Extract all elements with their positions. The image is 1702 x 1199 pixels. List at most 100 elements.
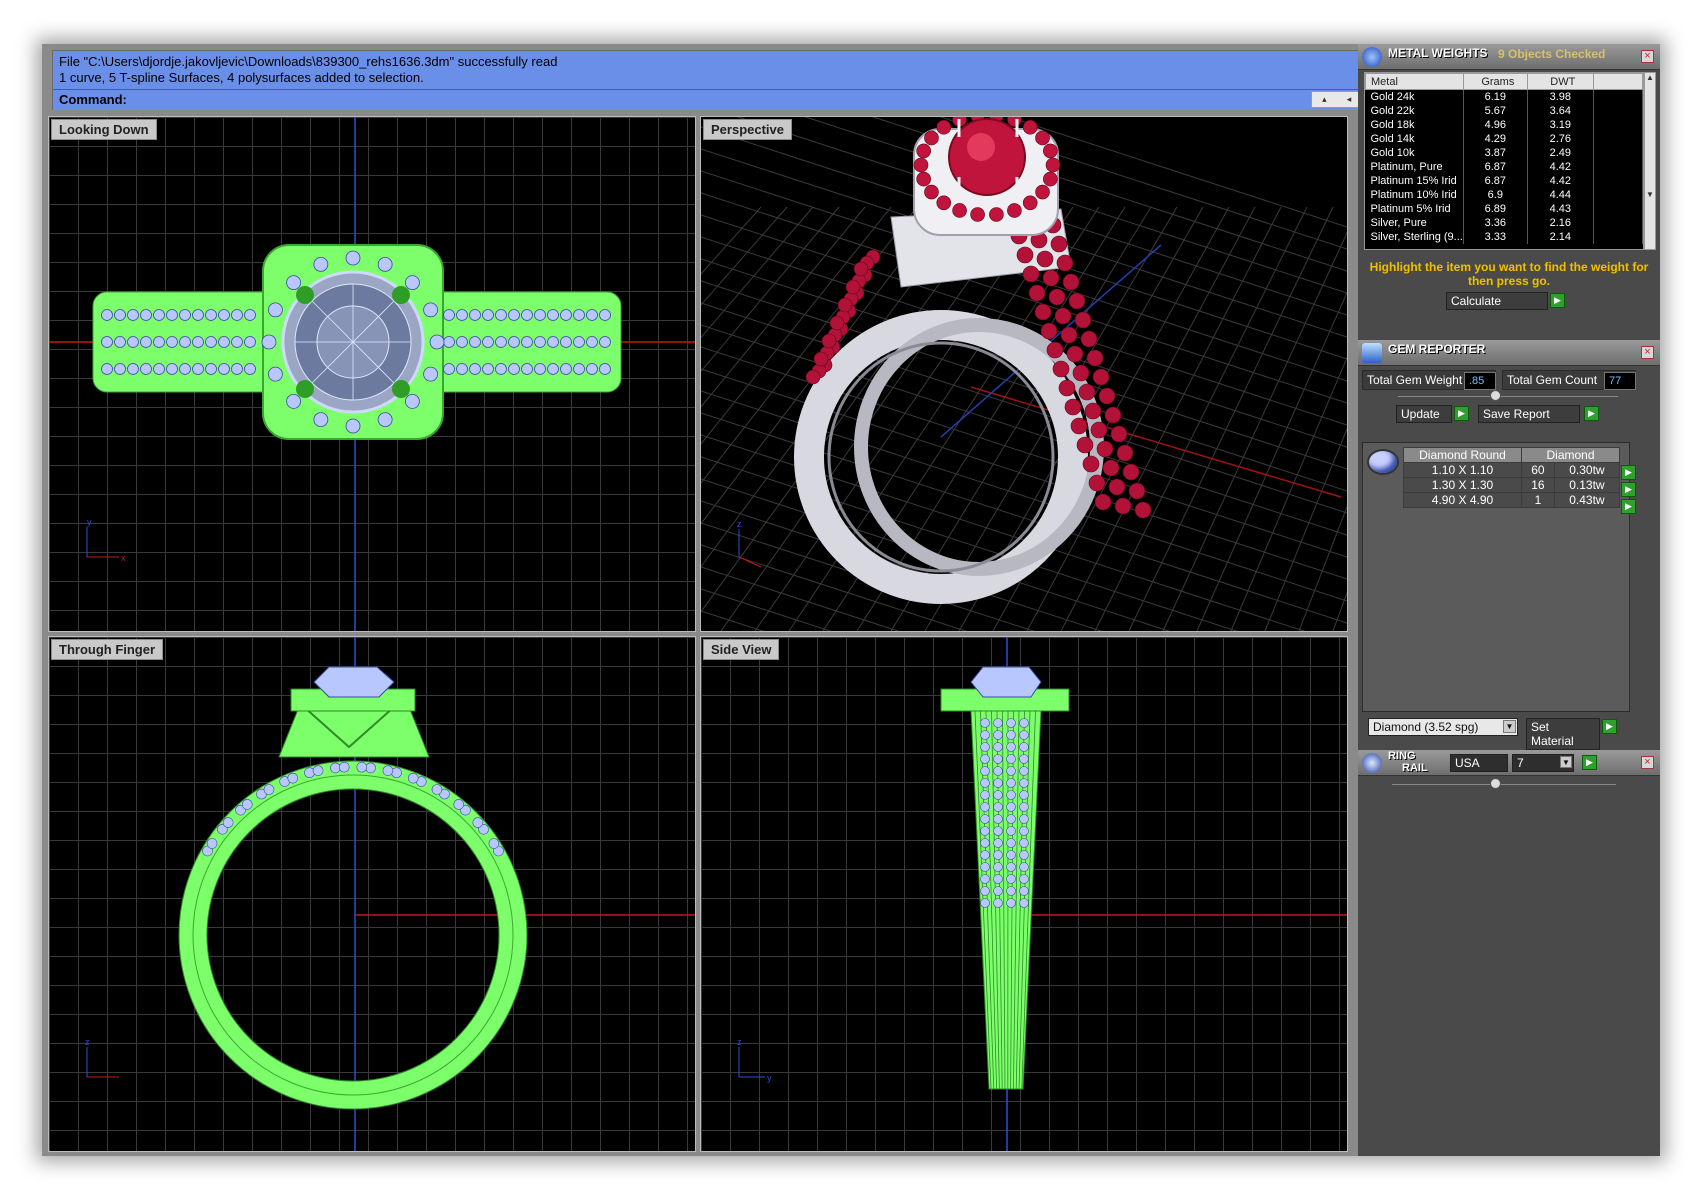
svg-text:y: y: [767, 1073, 772, 1083]
ring-icon: [1362, 753, 1382, 773]
close-icon[interactable]: ×: [1641, 50, 1654, 63]
metal-weights-scrollbar[interactable]: ▲ ▼: [1644, 72, 1656, 250]
viewport-title-perspective[interactable]: Perspective: [703, 119, 792, 140]
close-icon[interactable]: ×: [1641, 346, 1654, 359]
gem-size-cell: 1.10 X 1.10: [1403, 462, 1522, 478]
metal-weights-row[interactable]: Platinum, Pure 6.87 4.42: [1365, 159, 1643, 174]
metal-name-cell: Gold 14k: [1365, 131, 1464, 146]
total-gem-count-value: 77: [1604, 372, 1636, 390]
command-area: File "C:\Users\djordje.jakovljevic\Downl…: [52, 50, 1390, 110]
command-prompt[interactable]: Command:: [53, 89, 1389, 110]
gem-row-go-button[interactable]: ▶: [1621, 465, 1636, 480]
diamond-round-icon: [1367, 449, 1399, 475]
viewport-perspective[interactable]: Perspective z: [700, 116, 1348, 632]
dwt-cell: 3.19: [1527, 117, 1594, 132]
ring-rail-header: RING RAIL USA 7 ▼ ▶ ×: [1358, 750, 1660, 776]
material-select[interactable]: Diamond (3.52 spg) ▼: [1368, 718, 1518, 736]
gem-row-go-button[interactable]: ▶: [1621, 482, 1636, 497]
metal-weights-title: METAL WEIGHTS: [1388, 46, 1488, 60]
viewport-side[interactable]: Side View z y: [700, 636, 1348, 1152]
close-icon[interactable]: ×: [1641, 756, 1654, 769]
grams-cell: 6.87: [1463, 159, 1528, 174]
metal-weights-row[interactable]: Gold 18k 4.96 3.19: [1365, 117, 1643, 132]
metal-weights-table: Metal Grams DWT Gold 24k 6.19 3.98 Gold 22k…: [1364, 72, 1644, 250]
gem-report-row[interactable]: 1.10 X 1.10 60 0.30tw: [1403, 462, 1621, 478]
metal-weights-row[interactable]: Platinum 10% Irid 6.9 4.44: [1365, 187, 1643, 202]
gem-weight-cell: 0.43tw: [1553, 492, 1621, 508]
metal-weights-row[interactable]: Gold 24k 6.19 3.98: [1365, 89, 1643, 104]
ring-rail-title-line: RAIL: [1402, 762, 1428, 774]
calculate-select[interactable]: Calculate: [1446, 292, 1548, 310]
calculate-go-button[interactable]: ▶: [1550, 293, 1565, 308]
gem-report-icon: [1362, 343, 1382, 363]
slider-handle[interactable]: [1490, 390, 1501, 401]
ring-rail-slider-track: [1392, 784, 1616, 785]
history-line: 1 curve, 5 T-spline Surfaces, 4 polysurf…: [59, 70, 424, 85]
dwt-cell: 2.14: [1527, 229, 1594, 244]
gem-header-type: Diamond: [1521, 447, 1620, 463]
gem-reporter-header: GEM REPORTER ×: [1358, 340, 1660, 366]
dwt-cell: 4.44: [1527, 187, 1594, 202]
grams-cell: 3.87: [1463, 145, 1528, 160]
app-window: File "C:\Users\djordje.jakovljevic\Downl…: [42, 44, 1660, 1156]
update-go-button[interactable]: ▶: [1454, 406, 1469, 421]
gem-report-area: Diamond Round Diamond 1.10 X 1.10 60 0.30t…: [1362, 442, 1636, 712]
gem-row-go-button[interactable]: ▶: [1621, 499, 1636, 514]
grams-cell: 6.87: [1463, 173, 1528, 188]
column-header-grams[interactable]: Grams: [1462, 73, 1528, 90]
update-select[interactable]: Update: [1396, 405, 1452, 423]
metal-weights-row[interactable]: Platinum 5% Irid 6.89 4.43: [1365, 201, 1643, 216]
ring-size-country-select[interactable]: USA: [1450, 754, 1508, 772]
grams-cell: 4.29: [1463, 131, 1528, 146]
column-header-metal[interactable]: Metal: [1365, 73, 1464, 90]
viewport-front[interactable]: Through Finger z: [48, 636, 696, 1152]
grams-cell: 4.96: [1463, 117, 1528, 132]
metal-name-cell: Platinum 15% Irid: [1365, 173, 1464, 188]
viewport-title-side[interactable]: Side View: [703, 639, 780, 660]
metal-name-cell: Gold 10k: [1365, 145, 1464, 160]
material-value: Diamond (3.52 spg): [1373, 720, 1479, 734]
set-material-go-button[interactable]: ▶: [1602, 719, 1617, 734]
gem-report-table: Diamond Round Diamond 1.10 X 1.10 60 0.30t…: [1403, 447, 1621, 508]
viewport-title-front[interactable]: Through Finger: [51, 639, 164, 660]
metal-weights-row[interactable]: Gold 10k 3.87 2.49: [1365, 145, 1643, 160]
metal-name-cell: Platinum, Pure: [1365, 159, 1464, 174]
metal-weights-row[interactable]: Silver, Pure 3.36 2.16: [1365, 215, 1643, 230]
gem-report-row[interactable]: 1.30 X 1.30 16 0.13tw: [1403, 477, 1621, 493]
gem-count-cell: 16: [1521, 477, 1555, 493]
metal-name-cell: Silver, Sterling (9...: [1365, 229, 1464, 244]
metal-weights-row[interactable]: Gold 22k 5.67 3.64: [1365, 103, 1643, 118]
column-header-dwt[interactable]: DWT: [1526, 73, 1594, 90]
svg-text:z: z: [737, 519, 742, 529]
save-report-go-button[interactable]: ▶: [1584, 406, 1599, 421]
ring-rail-slider-handle[interactable]: [1490, 778, 1501, 789]
divider: [1398, 396, 1618, 397]
svg-text:y: y: [87, 517, 92, 527]
ring-size-select[interactable]: 7 ▼: [1512, 754, 1574, 772]
chevron-down-icon[interactable]: ▼: [1560, 756, 1572, 768]
dwt-cell: 2.76: [1527, 131, 1594, 146]
ring-side-wireframe: z y: [737, 637, 1347, 1151]
viewport-top[interactable]: Looking Down y x: [48, 116, 696, 632]
metal-name-cell: Platinum 5% Irid: [1365, 201, 1464, 216]
chevron-down-icon[interactable]: ▼: [1503, 720, 1516, 733]
metal-weights-row[interactable]: Platinum 15% Irid 6.87 4.42: [1365, 173, 1643, 188]
dwt-cell: 4.42: [1527, 159, 1594, 174]
svg-text:z: z: [85, 1037, 90, 1047]
command-label: Command:: [59, 92, 127, 107]
metal-name-cell: Gold 18k: [1365, 117, 1464, 132]
metal-name-cell: Silver, Pure: [1365, 215, 1464, 230]
ring-rail-go-button[interactable]: ▶: [1582, 755, 1597, 770]
save-report-select[interactable]: Save Report: [1478, 405, 1580, 423]
set-material-select[interactable]: Set Material: [1526, 718, 1600, 750]
metal-weights-row[interactable]: Gold 14k 4.29 2.76: [1365, 131, 1643, 146]
gem-report-row[interactable]: 4.90 X 4.90 1 0.43tw: [1403, 492, 1621, 508]
metal-name-cell: Gold 22k: [1365, 103, 1464, 118]
metal-weights-row[interactable]: Silver, Sterling (9... 3.33 2.14: [1365, 229, 1643, 244]
dwt-cell: 4.43: [1527, 201, 1594, 216]
grams-cell: 3.36: [1463, 215, 1528, 230]
viewport-title-top[interactable]: Looking Down: [51, 119, 157, 140]
dwt-cell: 2.16: [1527, 215, 1594, 230]
metal-weights-hint: Highlight the item you want to find the …: [1369, 260, 1649, 288]
dwt-cell: 2.49: [1527, 145, 1594, 160]
